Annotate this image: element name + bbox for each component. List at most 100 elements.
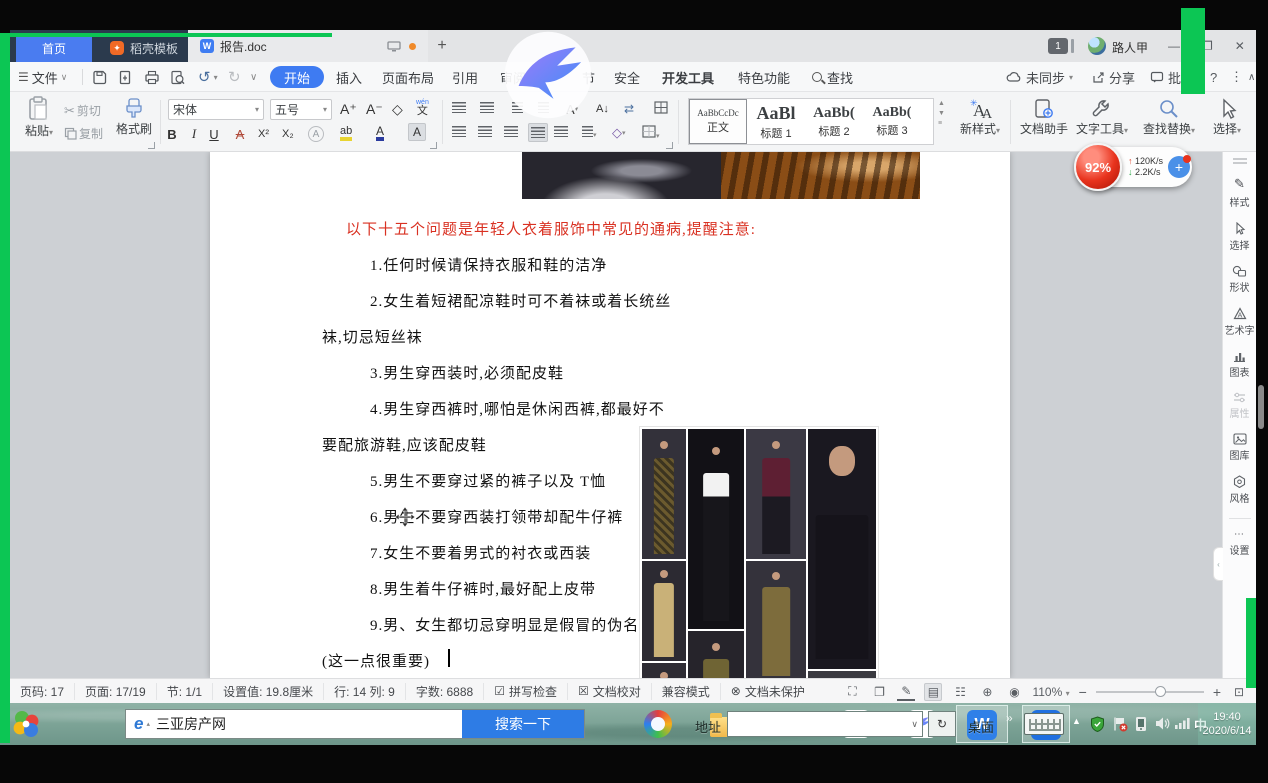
zoom-slider[interactable] <box>1096 691 1204 693</box>
clear-format-button[interactable]: ◇ <box>392 99 403 119</box>
styles-scroll-down[interactable]: ▼ <box>938 110 945 117</box>
paste-button[interactable]: 粘贴▾ <box>20 96 58 139</box>
zoom-out-button[interactable]: − <box>1079 684 1087 700</box>
sidebar-item-wordart[interactable]: A 艺术字 <box>1225 307 1255 337</box>
copy-button[interactable]: 复制 <box>64 125 103 142</box>
sync-status[interactable]: 未同步 ▾ <box>1006 62 1073 92</box>
collapse-ribbon-button[interactable]: ∧ <box>1248 62 1255 92</box>
zoom-slider-thumb[interactable] <box>1155 686 1166 697</box>
text-tool-button[interactable]: 文字工具▾ <box>1074 98 1130 137</box>
sidebar-drag-handle[interactable] <box>1233 158 1247 164</box>
file-menu[interactable]: ☰ 文件 ∨ <box>18 62 67 92</box>
font-size-combo[interactable]: 五号 ▾ <box>270 99 332 120</box>
justify-button[interactable] <box>528 123 548 142</box>
bullets-button[interactable] <box>452 102 466 116</box>
taskbar-search-box[interactable]: e ▴ 三亚房产网 搜索一下 <box>125 709 585 739</box>
sidebar-item-theme[interactable]: 风格 <box>1230 475 1250 505</box>
select-button[interactable]: 选择▾ <box>1206 98 1248 137</box>
address-dropdown-icon[interactable]: ∨ <box>911 719 918 730</box>
font-name-combo[interactable]: 宋体 ▾ <box>168 99 264 120</box>
spell-check-button[interactable]: ☑拼写检查 <box>483 683 567 700</box>
tab-docer[interactable]: ✦ 稻壳模板 <box>98 34 190 62</box>
widget-add-button[interactable]: + <box>1168 156 1190 178</box>
align-left-button[interactable] <box>452 126 466 140</box>
subscript-button[interactable]: X₂ <box>282 124 294 144</box>
taskbar-app-browser[interactable] <box>642 708 674 740</box>
tray-network-icon[interactable] <box>1174 716 1190 733</box>
highlight-button[interactable]: ab <box>340 124 352 141</box>
menu-tab-devtools[interactable]: 开发工具 <box>662 62 714 92</box>
char-border-button[interactable]: A <box>308 126 324 142</box>
distribute-button[interactable] <box>554 126 568 140</box>
tray-device-icon[interactable] <box>1134 716 1148 735</box>
underline-button[interactable]: U <box>206 124 222 144</box>
style-heading1[interactable]: AaBl 标题 1 <box>747 99 805 144</box>
sort-button[interactable]: A↓ <box>596 99 609 119</box>
share-button[interactable]: 分享 <box>1092 62 1135 92</box>
new-tab-button[interactable]: + <box>430 34 454 58</box>
sidebar-item-chart[interactable]: 图表 <box>1230 350 1250 379</box>
shrink-font-button[interactable]: A⁻ <box>366 99 383 119</box>
print-preview-button[interactable] <box>170 62 185 92</box>
memory-percent-ball[interactable]: 92% <box>1074 143 1122 191</box>
save-button[interactable] <box>92 62 107 92</box>
strikethrough-button[interactable]: A <box>232 124 248 144</box>
address-refresh-button[interactable]: ↻ <box>928 711 956 737</box>
window-count-badge[interactable]: 1 <box>1048 38 1068 54</box>
print-button[interactable] <box>144 62 160 92</box>
menu-tab-reference[interactable]: 引用 <box>452 62 478 92</box>
fullscreen-button[interactable]: ⛶ <box>843 683 861 701</box>
proofread-button[interactable]: ☒文档校对 <box>567 683 651 700</box>
tray-expand-button[interactable]: ▲ <box>1072 716 1081 726</box>
redo-button[interactable]: ↻ <box>228 62 241 92</box>
status-wordcount[interactable]: 字数: 6888 <box>405 683 483 700</box>
menu-tab-start[interactable]: 开始 <box>270 66 324 88</box>
line-spacing-button[interactable]: ▾ <box>582 126 597 140</box>
style-heading2[interactable]: AaBb( 标题 2 <box>805 99 863 144</box>
sidebar-collapse-tab[interactable]: ‹ <box>1213 547 1223 581</box>
show-marks-button[interactable]: ⇄ <box>624 99 634 119</box>
sidebar-item-style[interactable]: ✎ 样式 <box>1230 176 1250 209</box>
page-view-button[interactable]: ▤ <box>924 683 942 701</box>
compat-mode[interactable]: 兼容模式 <box>651 683 720 700</box>
bold-button[interactable]: B <box>162 124 182 144</box>
menu-tab-layout[interactable]: 页面布局 <box>382 62 434 92</box>
qat-collapse-button[interactable]: ∨ <box>250 62 257 92</box>
cut-button[interactable]: ✂ 剪切 <box>64 102 101 119</box>
touch-keyboard-button[interactable] <box>1024 713 1064 735</box>
search-go-button[interactable]: 搜索一下 <box>462 710 584 738</box>
sidebar-item-gallery[interactable]: 图库 <box>1230 433 1250 462</box>
eye-protect-button[interactable]: ◉ <box>1005 683 1023 701</box>
font-color-button[interactable]: A <box>376 124 384 141</box>
sidebar-item-shapes[interactable]: 形状 <box>1230 265 1250 294</box>
find-menu[interactable]: 查找 <box>812 62 853 92</box>
protect-status[interactable]: ⊗文档未保护 <box>720 683 815 700</box>
sidebar-item-select[interactable]: 选择 <box>1230 222 1250 252</box>
fashion-collage-image[interactable] <box>640 427 878 678</box>
tab-home[interactable]: 首页 <box>16 34 92 62</box>
grow-font-button[interactable]: A⁺ <box>340 99 357 119</box>
help-button[interactable]: ? <box>1210 62 1217 92</box>
user-name[interactable]: 路人甲 <box>1112 39 1148 56</box>
menu-tab-security[interactable]: 安全 <box>614 62 640 92</box>
tray-flag-icon[interactable] <box>1112 716 1128 735</box>
borders-button[interactable]: ▾ <box>642 125 660 141</box>
address-input[interactable]: ∨ <box>727 711 923 737</box>
more-menu-button[interactable]: ⋮ <box>1230 62 1243 92</box>
numbering-button[interactable] <box>480 102 494 116</box>
document-page[interactable]: 以下十五个问题是年轻人衣着服饰中常见的通病,提醒注意: 1.任何时候请保持衣服和… <box>210 152 1010 678</box>
italic-button[interactable]: I <box>186 124 202 144</box>
export-button[interactable] <box>118 62 133 92</box>
undo-button[interactable]: ↺ ▾ <box>198 62 218 92</box>
desktop-toolbar-label[interactable]: 桌面 <box>968 717 994 736</box>
close-button[interactable]: ✕ <box>1235 39 1245 53</box>
shading-button[interactable]: ◇▾ <box>612 123 626 143</box>
web-view-button[interactable]: ⊕ <box>978 683 996 701</box>
menu-tab-insert[interactable]: 插入 <box>336 62 362 92</box>
align-center-button[interactable] <box>478 126 492 140</box>
search-engine-text[interactable]: 三亚房产网 <box>156 714 226 734</box>
styles-more[interactable]: ≡ <box>938 120 945 127</box>
user-avatar[interactable] <box>1088 37 1106 55</box>
clock[interactable]: 19:40 2020/6/14 <box>1198 703 1256 745</box>
vertical-scrollbar-thumb[interactable] <box>1258 385 1264 429</box>
